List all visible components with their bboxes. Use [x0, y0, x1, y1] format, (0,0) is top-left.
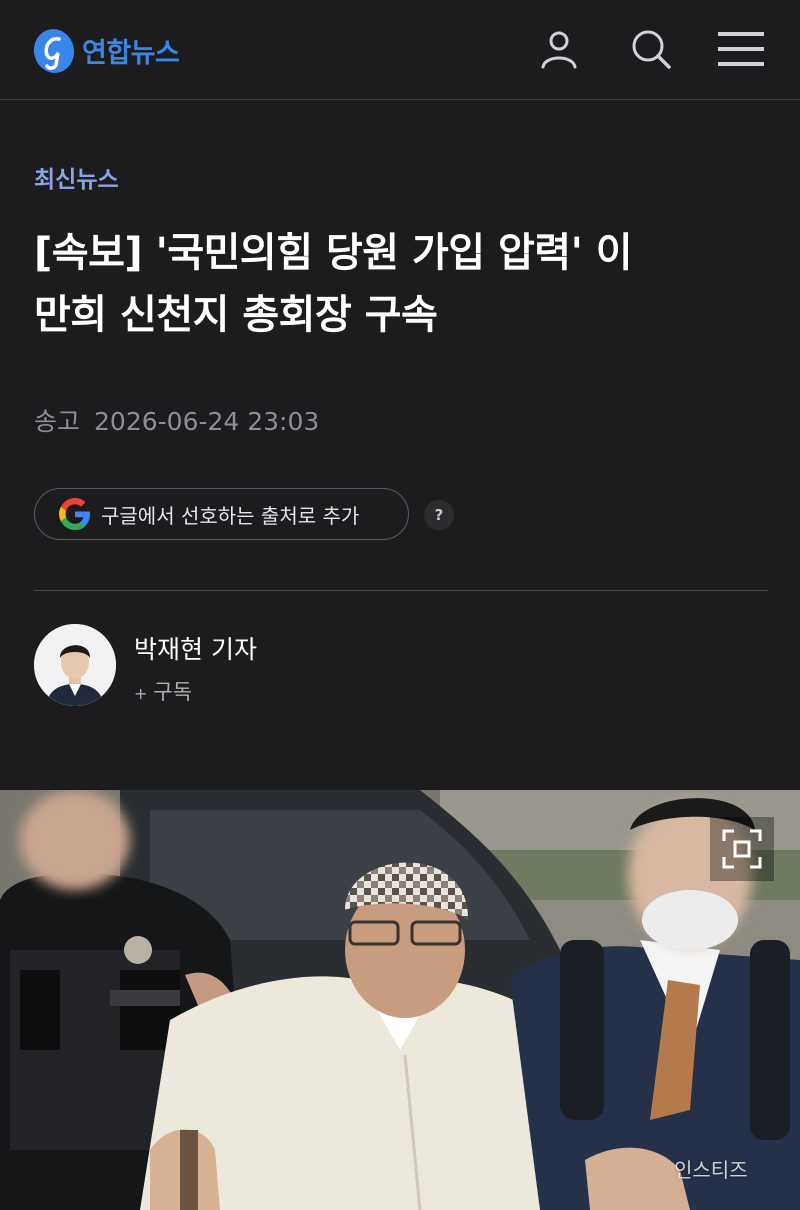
menu-icon[interactable] — [714, 22, 768, 76]
logo[interactable]: 연합뉴스 — [32, 22, 180, 78]
yonhap-logo-icon — [33, 29, 75, 73]
news-photo-image — [0, 790, 800, 1210]
headline-line-2: 만희 신천지 총회장 구속 — [34, 292, 438, 338]
reporter-avatar[interactable] — [34, 624, 116, 706]
divider — [34, 590, 768, 591]
user-icon[interactable] — [532, 22, 586, 76]
photo-watermark: 인스티즈 — [674, 1158, 748, 1182]
category-label[interactable]: 최신뉴스 — [34, 160, 119, 194]
article-headline: [속보] '국민의힘 당원 가입 압력' 이 만희 신천지 총회장 구속 — [34, 222, 764, 346]
top-header: 연합뉴스 — [0, 0, 800, 100]
headline-line-1: [속보] '국민의힘 당원 가입 압력' 이 — [34, 230, 633, 276]
subscribe-button[interactable]: + 구독 — [134, 676, 192, 706]
sent-label: 송고 — [34, 407, 81, 436]
google-preferred-source-button[interactable]: 구글에서 선호하는 출처로 추가 — [34, 488, 409, 540]
search-icon[interactable] — [624, 22, 678, 76]
reporter-photo — [34, 624, 116, 706]
help-icon[interactable]: ? — [424, 500, 454, 530]
logo-text: 연합뉴스 — [82, 37, 180, 69]
subscribe-label: 구독 — [153, 680, 193, 704]
google-button-label: 구글에서 선호하는 출처로 추가 — [101, 503, 360, 528]
sent-timestamp: 송고 2026-06-24 23:03 — [34, 402, 319, 438]
plus-icon: + — [134, 684, 148, 703]
google-g-icon — [59, 498, 90, 530]
article-photo[interactable] — [0, 790, 800, 1210]
sent-time: 2026-06-24 23:03 — [94, 407, 320, 436]
expand-icon[interactable] — [710, 817, 774, 881]
reporter-name[interactable]: 박재현 기자 — [134, 630, 257, 666]
